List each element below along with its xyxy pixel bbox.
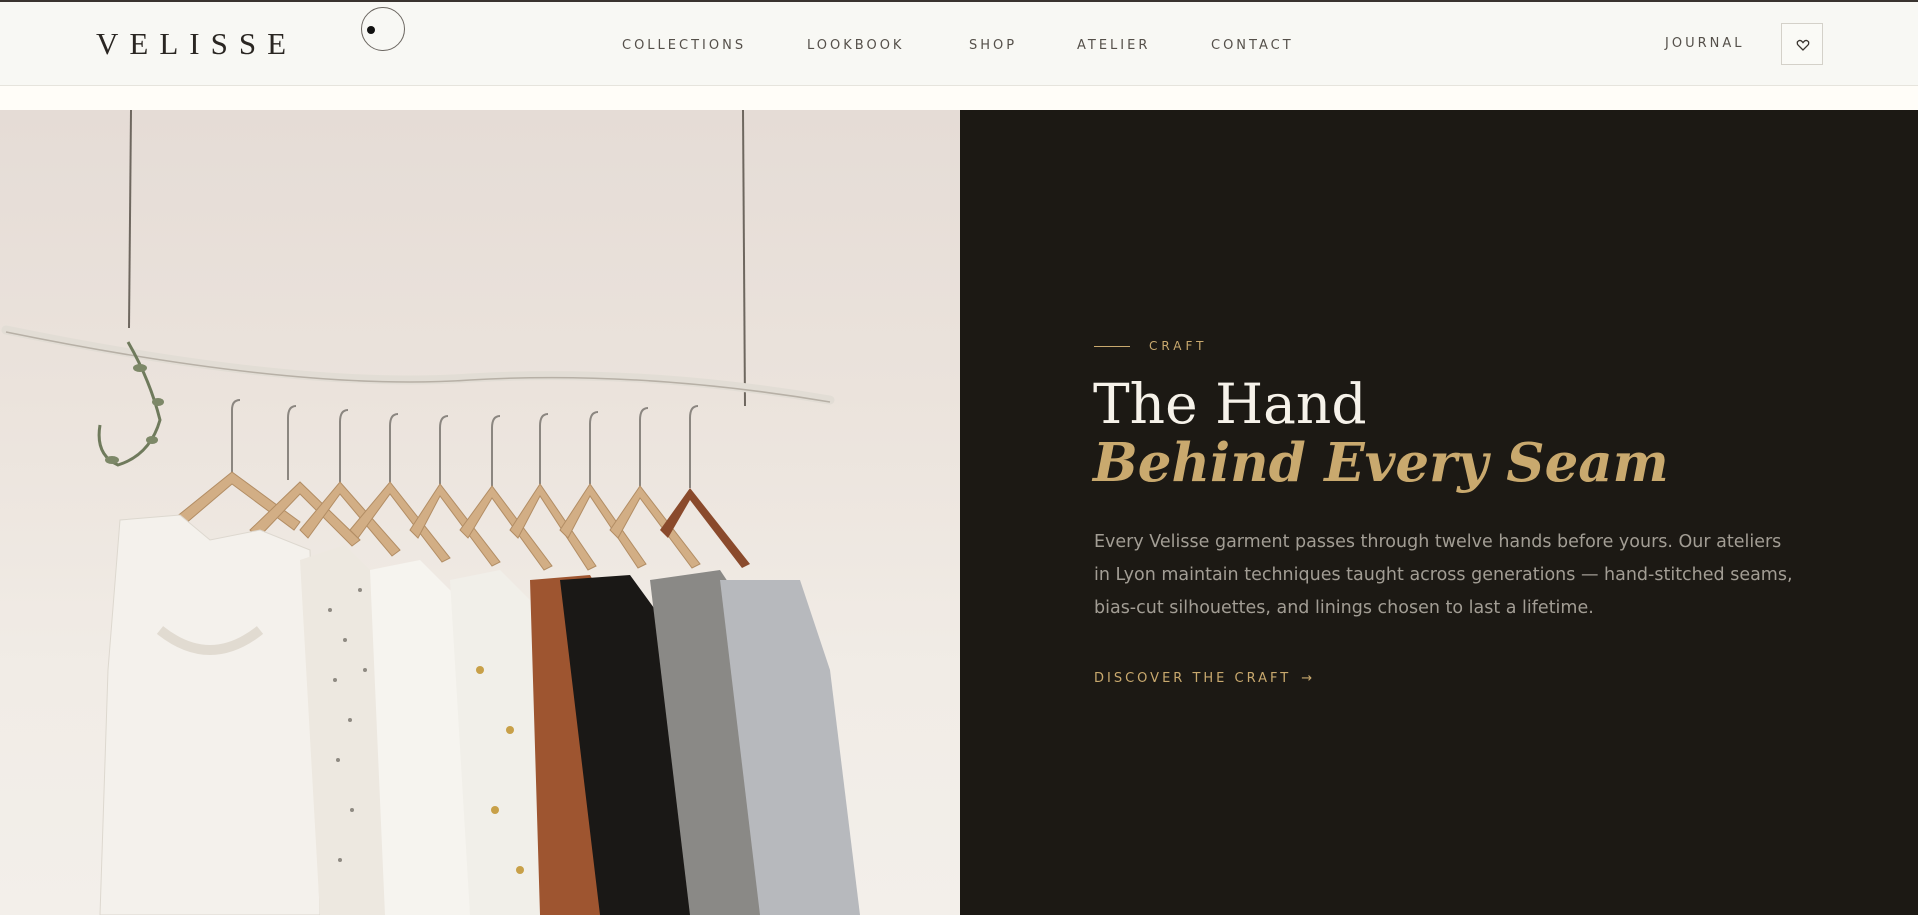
heart-icon — [1796, 39, 1810, 51]
eyebrow-line — [1094, 346, 1130, 347]
nav-item-journal[interactable]: JOURNAL — [1665, 36, 1744, 51]
nav-item-contact[interactable]: CONTACT — [1211, 38, 1294, 53]
section-eyebrow: CRAFT — [1149, 339, 1208, 353]
wishlist-button[interactable] — [1781, 23, 1823, 65]
nav-item-atelier[interactable]: ATELIER — [1077, 38, 1150, 53]
clothing-rack-photo — [0, 110, 960, 915]
heading-line-2: Behind Every Seam — [1093, 432, 1669, 494]
clothing-rack-illustration — [1, 110, 860, 915]
custom-cursor — [361, 7, 405, 51]
nav-item-shop[interactable]: SHOP — [969, 38, 1017, 53]
brand-logo[interactable]: VELISSE — [96, 26, 297, 62]
section-body: Every Velisse garment passes through twe… — [1094, 532, 1793, 618]
cursor-dot — [367, 26, 375, 34]
header-spacer — [0, 86, 1918, 110]
heading-line-1: The Hand — [1093, 372, 1367, 436]
cta-label: DISCOVER THE CRAFT — [1094, 671, 1292, 686]
nav-item-collections[interactable]: COLLECTIONS — [622, 38, 746, 53]
nav-item-lookbook[interactable]: LOOKBOOK — [807, 38, 904, 53]
site-header: VELISSE COLLECTIONS LOOKBOOK SHOP ATELIE… — [0, 2, 1918, 86]
arrow-right-icon: → — [1301, 671, 1313, 686]
craft-section: CRAFT The Hand Behind Every Seam Every V… — [960, 110, 1918, 915]
discover-craft-link[interactable]: DISCOVER THE CRAFT → — [1094, 671, 1312, 686]
